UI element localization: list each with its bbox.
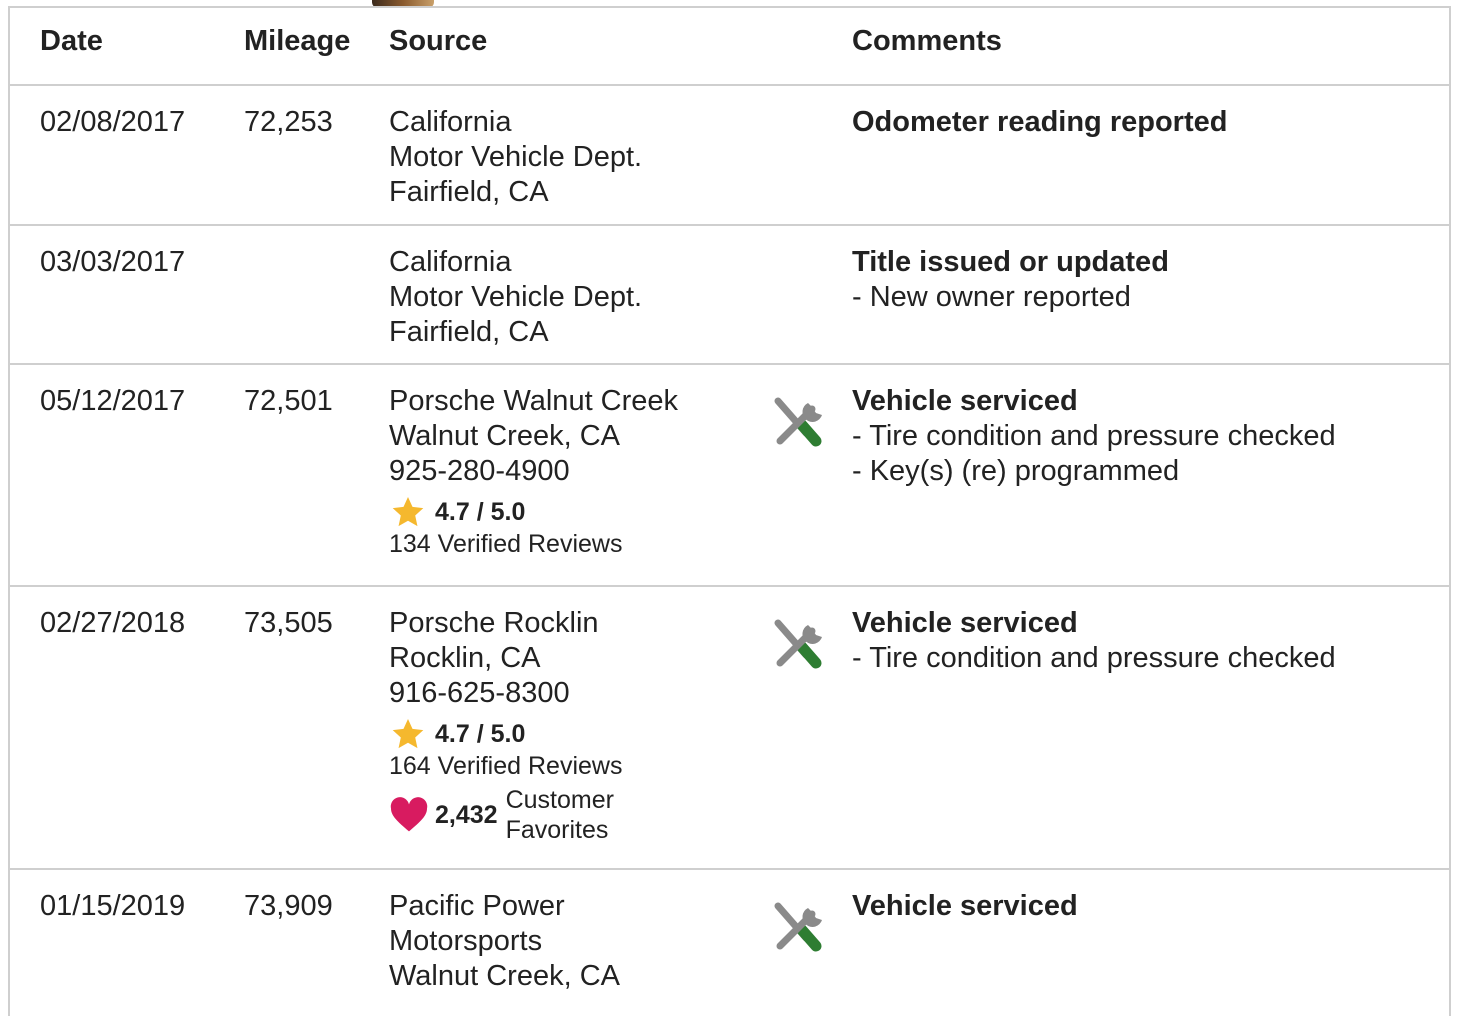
favorites-label-line: Customer [505, 786, 614, 814]
comment-item: - Key(s) (re) programmed [852, 455, 1180, 487]
comment-item: - Tire condition and pressure checked [852, 420, 1336, 452]
row-comments: Vehicle serviced - Tire condition and pr… [852, 384, 1336, 489]
row-comments: Title issued or updated - New owner repo… [852, 245, 1169, 315]
source-location: Fairfield, CA [389, 176, 549, 208]
header-comments: Comments [852, 25, 1002, 57]
source-name: California [389, 246, 512, 278]
row-comments: Odometer reading reported [852, 105, 1227, 140]
rating-value: 4.7 / 5.0 [435, 497, 526, 526]
source-location: Walnut Creek, CA [389, 420, 620, 452]
star-icon [392, 719, 424, 749]
source-location: Fairfield, CA [389, 316, 549, 348]
row-mileage: 73,909 [244, 890, 333, 922]
source-phone[interactable]: 916-625-8300 [389, 676, 622, 711]
header-date: Date [40, 25, 103, 57]
row-date: 03/03/2017 [40, 246, 186, 278]
rating-value: 4.7 / 5.0 [435, 719, 526, 748]
header-source: Source [389, 25, 488, 57]
source-name: Pacific Power [389, 890, 565, 922]
comment-title: Vehicle serviced [852, 607, 1078, 639]
source-location: Walnut Creek, CA [389, 960, 620, 992]
table-row: 03/03/2017 California Motor Vehicle Dept… [10, 226, 1451, 365]
comment-title: Vehicle serviced [852, 385, 1078, 417]
comment-title: Title issued or updated [852, 246, 1169, 278]
row-comments: Vehicle serviced - Tire condition and pr… [852, 606, 1336, 676]
header-mileage: Mileage [244, 25, 351, 57]
row-source: Pacific Power Motorsports Walnut Creek, … [389, 889, 620, 994]
comment-item: - New owner reported [852, 281, 1131, 313]
dealer-rating[interactable]: 4.7 / 5.0 [389, 717, 622, 751]
comment-item: - Tire condition and pressure checked [852, 642, 1336, 674]
dealer-rating[interactable]: 4.7 / 5.0 [389, 495, 678, 529]
row-date: 02/27/2018 [40, 607, 186, 639]
row-source: Porsche Walnut Creek Walnut Creek, CA 92… [389, 384, 678, 559]
source-phone[interactable]: 925-280-4900 [389, 454, 678, 489]
table-row: 05/12/2017 72,501 Porsche Walnut Creek W… [10, 365, 1451, 587]
row-source: California Motor Vehicle Dept. Fairfield… [389, 105, 642, 210]
service-tools-icon [772, 900, 830, 952]
vehicle-history-table: Date Mileage Source Comments 02/08/2017 … [8, 6, 1451, 1016]
reviews-link[interactable]: 134 Verified Reviews [389, 529, 678, 559]
table-row: 02/08/2017 72,253 California Motor Vehic… [10, 86, 1451, 226]
favorites-label-line: Favorites [505, 816, 609, 844]
row-mileage: 72,253 [244, 106, 333, 138]
source-detail: Motor Vehicle Dept. [389, 281, 643, 313]
service-tools-icon [772, 617, 830, 669]
table-header-row: Date Mileage Source Comments [10, 8, 1451, 86]
table-row: 02/27/2018 73,505 Porsche Rocklin Rockli… [10, 587, 1451, 870]
row-mileage: 72,501 [244, 385, 333, 417]
row-date: 02/08/2017 [40, 106, 186, 138]
customer-favorites[interactable]: 2,432 Customer Favorites [389, 785, 622, 845]
favorites-count: 2,432 [435, 800, 498, 829]
row-comments: Vehicle serviced [852, 889, 1078, 924]
row-source: Porsche Rocklin Rocklin, CA 916-625-8300… [389, 606, 622, 845]
source-name: Porsche Rocklin [389, 607, 599, 639]
source-name: California [389, 106, 512, 138]
heart-icon [390, 797, 428, 832]
row-date: 05/12/2017 [40, 385, 186, 417]
reviews-link[interactable]: 164 Verified Reviews [389, 751, 622, 781]
table-row: 01/15/2019 73,909 Pacific Power Motorspo… [10, 870, 1451, 1030]
comment-title: Odometer reading reported [852, 106, 1228, 138]
source-detail: Motor Vehicle Dept. [389, 141, 643, 173]
row-mileage: 73,505 [244, 607, 333, 639]
comment-title: Vehicle serviced [852, 890, 1078, 922]
row-date: 01/15/2019 [40, 890, 186, 922]
source-name: Porsche Walnut Creek [389, 385, 679, 417]
row-source: California Motor Vehicle Dept. Fairfield… [389, 245, 642, 350]
source-name-cont: Motorsports [389, 925, 543, 957]
favorites-label: Customer Favorites [506, 785, 614, 845]
star-icon [392, 497, 424, 527]
source-location: Rocklin, CA [389, 642, 541, 674]
service-tools-icon [772, 395, 830, 447]
